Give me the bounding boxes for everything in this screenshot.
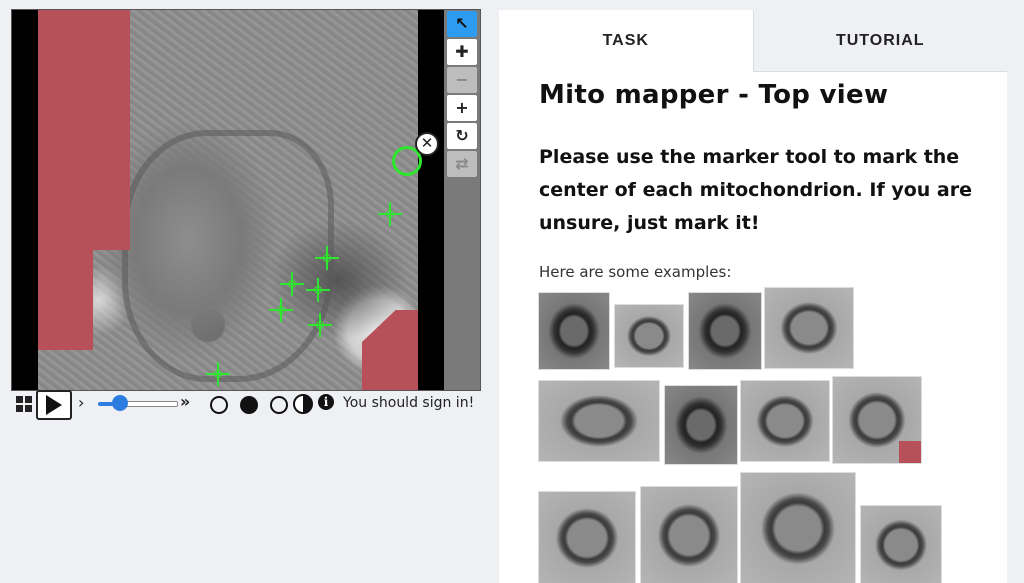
mito-marker[interactable] xyxy=(315,246,339,270)
mito-marker[interactable] xyxy=(280,272,304,296)
example-image xyxy=(640,486,738,583)
mito-marker[interactable] xyxy=(378,202,402,226)
example-image xyxy=(688,292,762,370)
double-chevron-right-icon[interactable]: » xyxy=(180,392,190,411)
mito-marker[interactable] xyxy=(206,362,230,386)
segmentation-mask xyxy=(38,250,93,350)
example-image xyxy=(740,472,856,583)
playback-bar: › » i You should sign in! xyxy=(14,390,484,420)
refresh-icon: ⇄ xyxy=(455,154,469,173)
image-viewer[interactable]: ✕ ↖ ✚ − + ↻ ⇄ xyxy=(11,9,481,391)
grid-icon[interactable] xyxy=(16,396,32,412)
circle-filled-icon[interactable] xyxy=(240,396,258,414)
example-image xyxy=(764,287,854,369)
example-image xyxy=(614,304,684,368)
segmentation-mask xyxy=(38,10,130,250)
rotate-icon: ↻ xyxy=(455,126,469,145)
delete-marker-button[interactable]: ✕ xyxy=(415,132,439,156)
circle-empty-icon[interactable] xyxy=(210,396,228,414)
info-icon[interactable]: i xyxy=(318,394,334,410)
task-panel: TASK TUTORIAL Mito mapper - Top view Ple… xyxy=(499,10,1007,583)
cell-membrane xyxy=(122,130,334,382)
reset-button[interactable]: ⇄ xyxy=(447,151,477,177)
mito-marker[interactable] xyxy=(308,313,332,337)
example-image xyxy=(538,380,660,462)
tab-tutorial[interactable]: TUTORIAL xyxy=(752,10,1007,72)
task-title: Mito mapper - Top view xyxy=(539,80,889,110)
frame-slider-handle[interactable] xyxy=(112,395,128,411)
example-image xyxy=(538,292,610,370)
example-image xyxy=(740,380,830,462)
circle-outline-icon[interactable] xyxy=(270,396,288,414)
example-image xyxy=(664,385,738,465)
panel-tabs: TASK TUTORIAL xyxy=(499,10,1007,72)
select-tool-button[interactable]: ↖ xyxy=(447,11,477,37)
example-image xyxy=(832,376,922,464)
close-icon: ✕ xyxy=(420,134,434,152)
pointer-icon: ↖ xyxy=(455,14,469,33)
example-image xyxy=(860,505,942,583)
tab-task[interactable]: TASK xyxy=(499,10,753,72)
pan-tool-button[interactable]: ✚ xyxy=(447,39,477,65)
play-button[interactable] xyxy=(36,390,72,420)
zoom-in-button[interactable]: + xyxy=(447,95,477,121)
mask-corner xyxy=(899,441,921,463)
chevron-right-icon[interactable]: › xyxy=(78,393,84,412)
zoom-out-button[interactable]: − xyxy=(447,67,477,93)
contrast-icon[interactable] xyxy=(293,394,313,414)
move-icon: ✚ xyxy=(455,42,469,61)
mito-marker[interactable] xyxy=(306,278,330,302)
viewer-toolbar: ↖ ✚ − + ↻ ⇄ xyxy=(445,10,479,179)
task-instructions: Please use the marker tool to mark the c… xyxy=(539,146,972,234)
plus-icon: + xyxy=(455,98,469,117)
mito-marker[interactable] xyxy=(269,298,293,322)
sign-in-notice: You should sign in! xyxy=(343,395,475,411)
image-canvas[interactable]: ✕ xyxy=(12,10,444,390)
rotate-button[interactable]: ↻ xyxy=(447,123,477,149)
examples-label: Here are some examples: xyxy=(539,263,732,281)
minus-icon: − xyxy=(455,70,469,89)
example-image xyxy=(538,491,636,583)
